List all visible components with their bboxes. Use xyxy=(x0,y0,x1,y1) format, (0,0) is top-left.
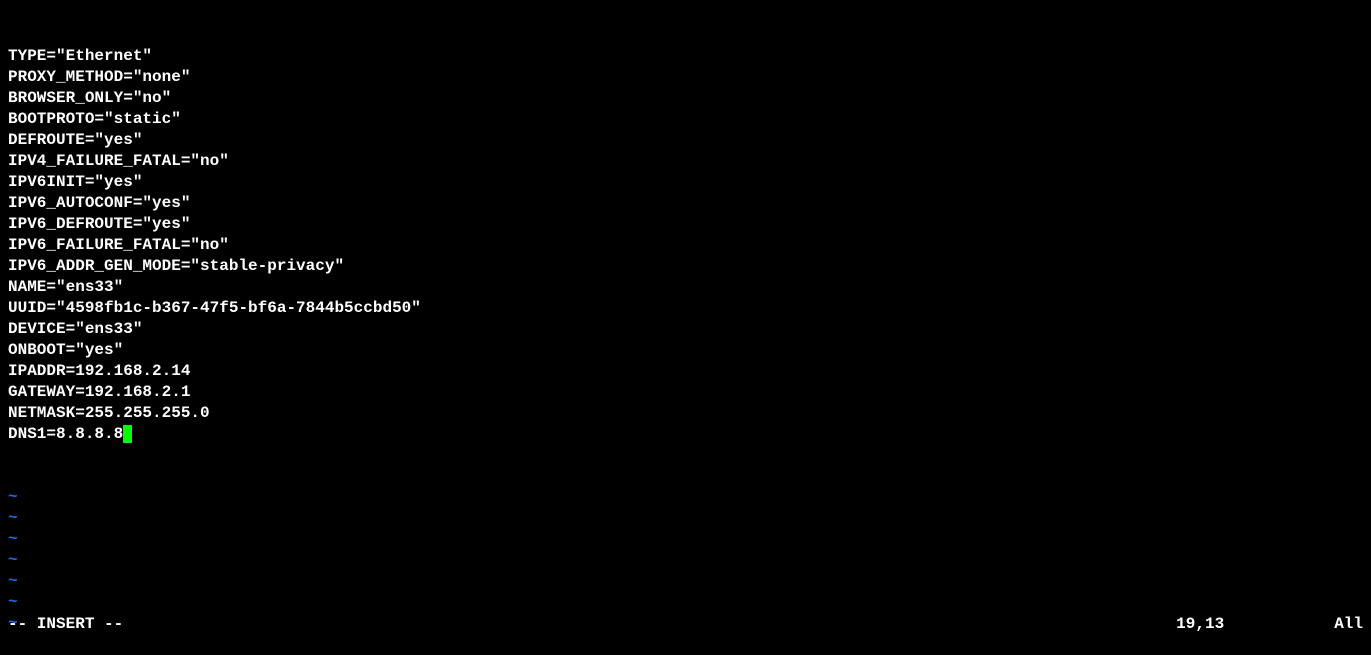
file-line[interactable]: ONBOOT="yes" xyxy=(8,340,1363,361)
file-line[interactable]: IPADDR=192.168.2.14 xyxy=(8,361,1363,382)
file-line[interactable]: TYPE="Ethernet" xyxy=(8,46,1363,67)
file-line[interactable]: IPV6INIT="yes" xyxy=(8,172,1363,193)
file-line[interactable]: NAME="ens33" xyxy=(8,277,1363,298)
status-bar: -- INSERT -- 19,13 All xyxy=(0,614,1371,635)
file-line[interactable]: IPV6_AUTOCONF="yes" xyxy=(8,193,1363,214)
editor-content[interactable]: TYPE="Ethernet"PROXY_METHOD="none"BROWSE… xyxy=(0,0,1371,655)
view-indicator: All xyxy=(1334,614,1363,635)
empty-line-tilde: ~ xyxy=(8,508,1363,529)
file-line[interactable]: PROXY_METHOD="none" xyxy=(8,67,1363,88)
empty-line-tilde: ~ xyxy=(8,487,1363,508)
file-line[interactable]: DEFROUTE="yes" xyxy=(8,130,1363,151)
editor-mode: -- INSERT -- xyxy=(8,614,123,635)
file-line[interactable]: BOOTPROTO="static" xyxy=(8,109,1363,130)
file-line[interactable]: IPV6_FAILURE_FATAL="no" xyxy=(8,235,1363,256)
file-line[interactable]: IPV6_DEFROUTE="yes" xyxy=(8,214,1363,235)
file-line[interactable]: UUID="4598fb1c-b367-47f5-bf6a-7844b5ccbd… xyxy=(8,298,1363,319)
file-line[interactable]: BROWSER_ONLY="no" xyxy=(8,88,1363,109)
cursor-position: 19,13 xyxy=(1176,614,1224,635)
empty-line-tilde: ~ xyxy=(8,529,1363,550)
empty-line-tilde: ~ xyxy=(8,592,1363,613)
cursor xyxy=(123,425,132,443)
file-line[interactable]: GATEWAY=192.168.2.1 xyxy=(8,382,1363,403)
file-line[interactable]: NETMASK=255.255.255.0 xyxy=(8,403,1363,424)
file-line[interactable]: IPV6_ADDR_GEN_MODE="stable-privacy" xyxy=(8,256,1363,277)
file-line[interactable]: IPV4_FAILURE_FATAL="no" xyxy=(8,151,1363,172)
empty-line-tilde: ~ xyxy=(8,550,1363,571)
file-line[interactable]: DEVICE="ens33" xyxy=(8,319,1363,340)
empty-line-tilde: ~ xyxy=(8,571,1363,592)
file-line[interactable]: DNS1=8.8.8.8 xyxy=(8,424,1363,445)
